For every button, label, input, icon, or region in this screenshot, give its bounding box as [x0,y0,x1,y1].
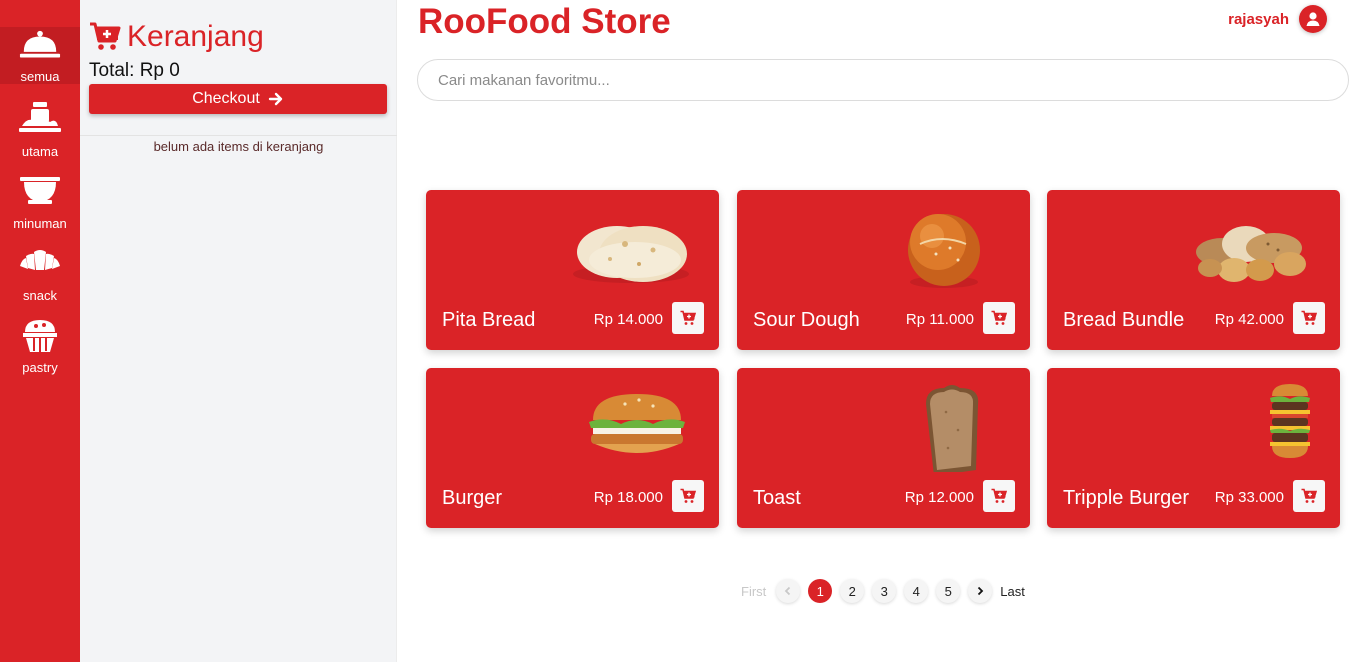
checkout-button[interactable]: Checkout [89,84,387,114]
user-circle-icon[interactable] [1299,5,1327,33]
first-page-link[interactable]: First [741,579,766,603]
product-card[interactable]: Burger Rp 18.000 [426,368,719,528]
category-rail: semua utama minuman snack pastry [0,0,80,662]
page-1-button[interactable]: 1 [808,579,833,603]
product-name: Tripple Burger [1063,487,1189,509]
bread-bundle-image [1186,204,1316,294]
product-price: Rp 11.000 [905,311,974,328]
checkout-label: Checkout [192,90,260,107]
product-card[interactable]: Sour Dough Rp 11.000 [737,190,1030,350]
prev-page-button[interactable] [776,579,801,603]
toast-image [876,382,1006,472]
cart-total: Total: Rp 0 [89,60,180,81]
cart-plus-icon [1301,488,1317,503]
app: semua utama minuman snack pastry Keranja… [0,0,1351,662]
product-price: Rp 18.000 [593,489,663,506]
product-card[interactable]: Tripple Burger Rp 33.000 [1047,368,1340,528]
search-input[interactable] [417,59,1349,101]
rail-label: minuman [13,216,67,231]
cart-plus-icon [991,488,1007,503]
cart-title-text: Keranjang [127,20,264,53]
page-3-button[interactable]: 3 [872,579,897,603]
cupcake-icon [23,320,57,352]
store-brand: RooFood Store [418,2,671,41]
rail-label: pastry [22,360,58,375]
product-name: Toast [753,487,801,509]
rail-item-semua[interactable]: semua [0,27,80,84]
pita-bread-image [565,204,695,294]
product-name: Burger [442,487,503,509]
cart-plus-icon [991,310,1007,325]
add-to-cart-button[interactable] [983,480,1015,512]
product-card[interactable]: Pita Bread Rp 14.000 [426,190,719,350]
sour-dough-image [876,204,1006,294]
product-card[interactable]: Bread Bundle Rp 42.000 [1047,190,1340,350]
next-page-button[interactable] [968,579,993,603]
rail-item-snack[interactable]: snack [0,244,80,316]
product-name: Sour Dough [753,309,860,331]
product-price: Rp 14.000 [593,311,663,328]
add-to-cart-button[interactable] [672,480,704,512]
product-name: Bread Bundle [1063,309,1185,331]
rail-label: snack [23,288,57,303]
cart-plus-icon [680,488,696,503]
add-to-cart-button[interactable] [1293,480,1325,512]
cart-plus-icon [680,310,696,325]
rail-item-pastry[interactable]: pastry [0,316,80,388]
pagination: First 1 2 3 4 5 Last [741,579,1035,603]
rail-item-utama[interactable]: utama [0,100,80,172]
add-to-cart-button[interactable] [983,302,1015,334]
last-page-link[interactable]: Last [1000,579,1025,603]
drink-icon [20,177,60,204]
product-card[interactable]: Toast Rp 12.000 [737,368,1030,528]
burger-image [565,382,695,472]
add-to-cart-button[interactable] [1293,302,1325,334]
product-price: Rp 33.000 [1214,489,1284,506]
croissant-icon [20,250,60,270]
rail-item-minuman[interactable]: minuman [0,172,80,244]
username: rajasyah [1228,10,1289,28]
cart-empty-message: belum ada items di keranjang [153,139,324,154]
arrow-right-icon [268,92,282,106]
product-price: Rp 12.000 [904,489,974,506]
cart-plus-icon [1301,310,1317,325]
product-price: Rp 42.000 [1214,311,1284,328]
page-4-button[interactable]: 4 [904,579,929,603]
chevron-right-icon [978,586,984,596]
cart-plus-icon [90,22,121,50]
tripple-burger-image [1186,382,1316,472]
user-menu[interactable]: rajasyah [1228,5,1327,33]
product-name: Pita Bread [442,309,536,331]
cart-panel: Keranjang Total: Rp 0 Checkout belum ada… [80,0,397,662]
cart-title: Keranjang [89,20,264,54]
rail-label: semua [20,69,60,84]
rail-label: utama [21,144,59,159]
chevron-left-icon [785,586,791,596]
page-2-button[interactable]: 2 [840,579,865,603]
cloche-icon [19,30,61,58]
cart-divider [80,135,397,136]
meal-icon [19,102,61,132]
page-5-button[interactable]: 5 [936,579,961,603]
add-to-cart-button[interactable] [672,302,704,334]
